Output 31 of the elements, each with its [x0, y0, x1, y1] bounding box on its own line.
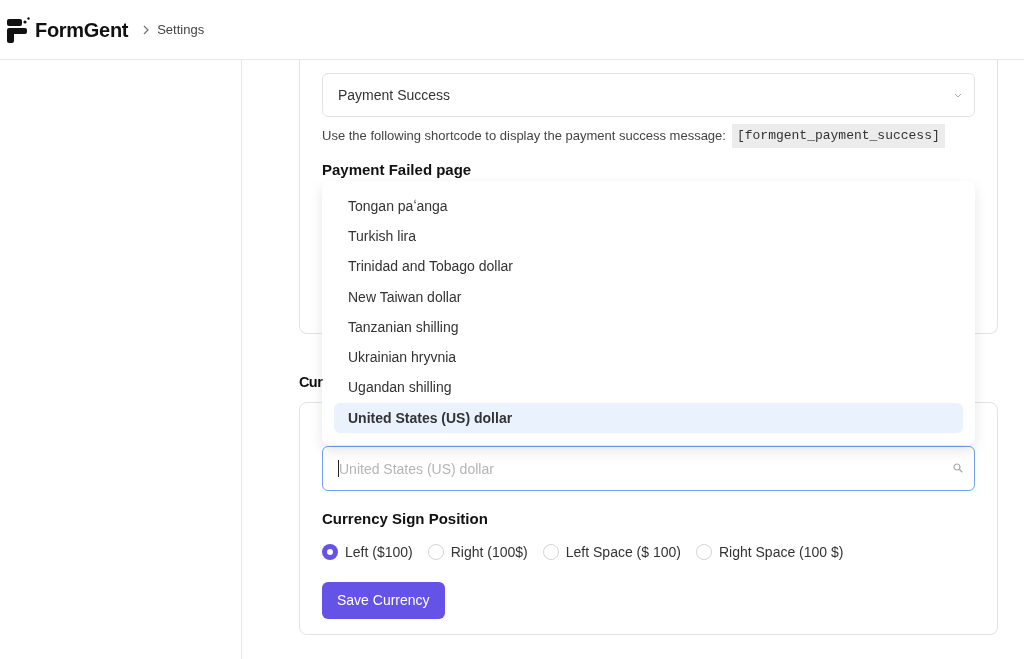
radio-button[interactable] [322, 544, 338, 560]
search-field[interactable]: United States (US) dollar [322, 446, 975, 491]
brand-name: FormGent [35, 17, 129, 43]
radio-label: Left ($100) [345, 542, 413, 562]
dropdown-option[interactable]: Ukrainian hryvnia [334, 342, 963, 373]
search-icon [953, 463, 963, 473]
field-label: Currency Sign Position [322, 509, 489, 529]
radio-button[interactable] [427, 544, 444, 560]
dropdown-option[interactable]: Tongan paʻanga [334, 191, 963, 222]
radio-label: Right (100$) [450, 542, 528, 562]
radio-button[interactable] [542, 544, 559, 560]
dropdown-option[interactable]: Turkish lira [334, 221, 963, 252]
help-text: Use the following shortcode to display the payment success message: [322, 127, 726, 145]
radio-label: Left Space ($ 100) [565, 542, 681, 562]
dropdown-option[interactable]: Tanzanian shilling [334, 312, 963, 343]
dropdown-option[interactable]: Ugandan shilling [334, 372, 963, 404]
section-heading: Cur [299, 373, 323, 392]
dropdown-option[interactable]: Trinidad and Tobago dollar [334, 251, 963, 282]
save-currency-button[interactable]: Save Currency [322, 581, 445, 619]
radio-button[interactable] [695, 544, 712, 560]
chevron-down-icon [954, 92, 962, 98]
text-cursor [338, 460, 339, 477]
logo-icon [7, 16, 30, 43]
chevron-right-icon [143, 24, 150, 35]
field-label: Payment Failed page [322, 159, 473, 180]
dropdown-option[interactable]: New Taiwan dollar [334, 281, 963, 313]
shortcode: [formgent_payment_success] [731, 124, 945, 148]
select-field[interactable]: Payment Success [322, 73, 975, 117]
radio-label: Right Space (100 $) [718, 542, 844, 562]
breadcrumb-link[interactable]: Settings [157, 19, 205, 40]
dropdown-option[interactable]: United States (US) dollar [334, 403, 963, 434]
